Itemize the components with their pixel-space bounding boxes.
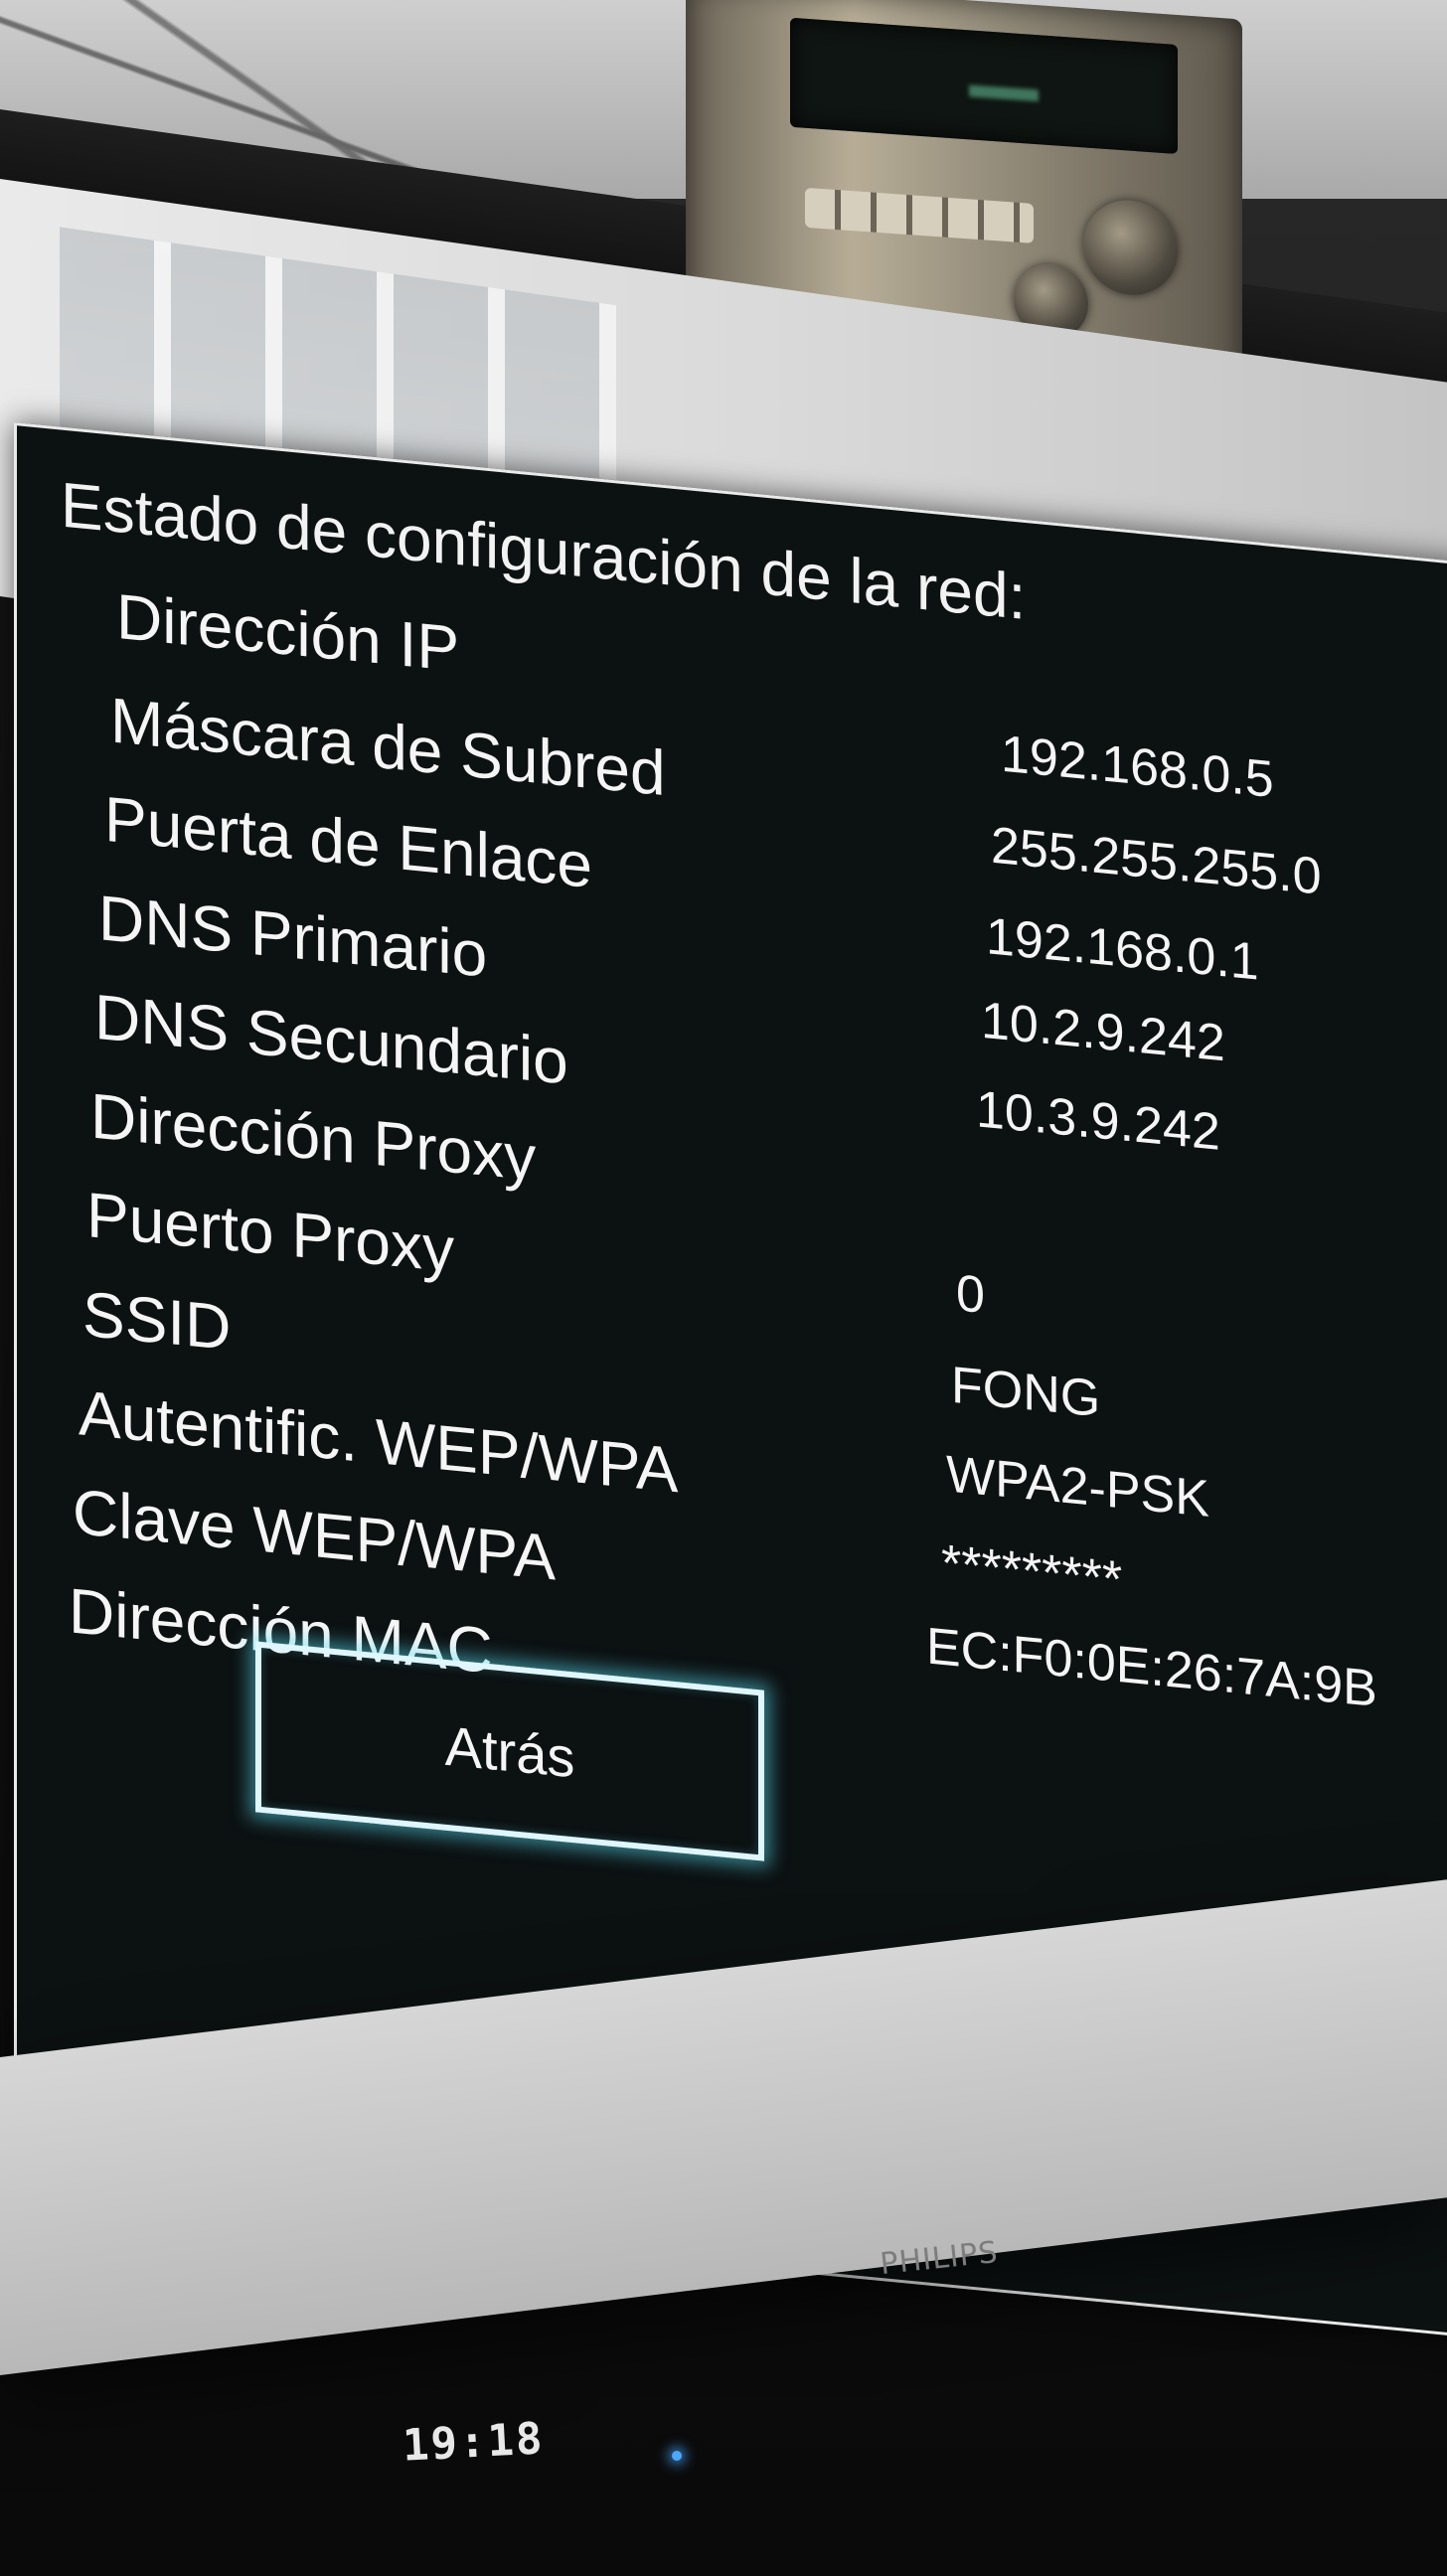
value-wep-wpa-auth: FONG	[951, 1356, 1101, 1429]
label-proxy-port: Puerto Proxy	[86, 1179, 454, 1286]
value-proxy-address: 10.3.9.242	[976, 1080, 1220, 1162]
value-extra: EC:F0:0E:26:7A:9B	[926, 1617, 1377, 1719]
photo-scene: Estado de configuración de la red: Direc…	[0, 0, 1447, 2576]
value-secondary-dns: 10.2.9.242	[981, 991, 1225, 1073]
value-gateway: 255.255.255.0	[991, 816, 1322, 906]
value-ssid: 0	[956, 1264, 985, 1326]
label-gateway: Puerta de Enlace	[104, 782, 592, 902]
label-ssid: SSID	[82, 1277, 232, 1365]
label-primary-dns: DNS Primario	[98, 882, 488, 991]
label-wep-wpa-key: Clave WEP/WPA	[73, 1475, 556, 1594]
label-ip-address: Dirección IP	[116, 579, 459, 686]
front-clock: 19:18	[401, 2413, 546, 2472]
value-wep-wpa-key: WPA2-PSK	[946, 1445, 1209, 1529]
power-led-icon	[672, 2451, 682, 2461]
stereo-display	[790, 17, 1178, 155]
value-mac-address: *********	[941, 1533, 1123, 1610]
stereo-knob	[1083, 197, 1178, 299]
label-secondary-dns: DNS Secundario	[94, 980, 568, 1098]
label-proxy-address: Dirección Proxy	[90, 1079, 537, 1195]
stereo-buttons	[805, 187, 1034, 243]
value-primary-dns: 192.168.0.1	[986, 907, 1259, 992]
value-subnet-mask: 192.168.0.5	[1001, 724, 1274, 810]
